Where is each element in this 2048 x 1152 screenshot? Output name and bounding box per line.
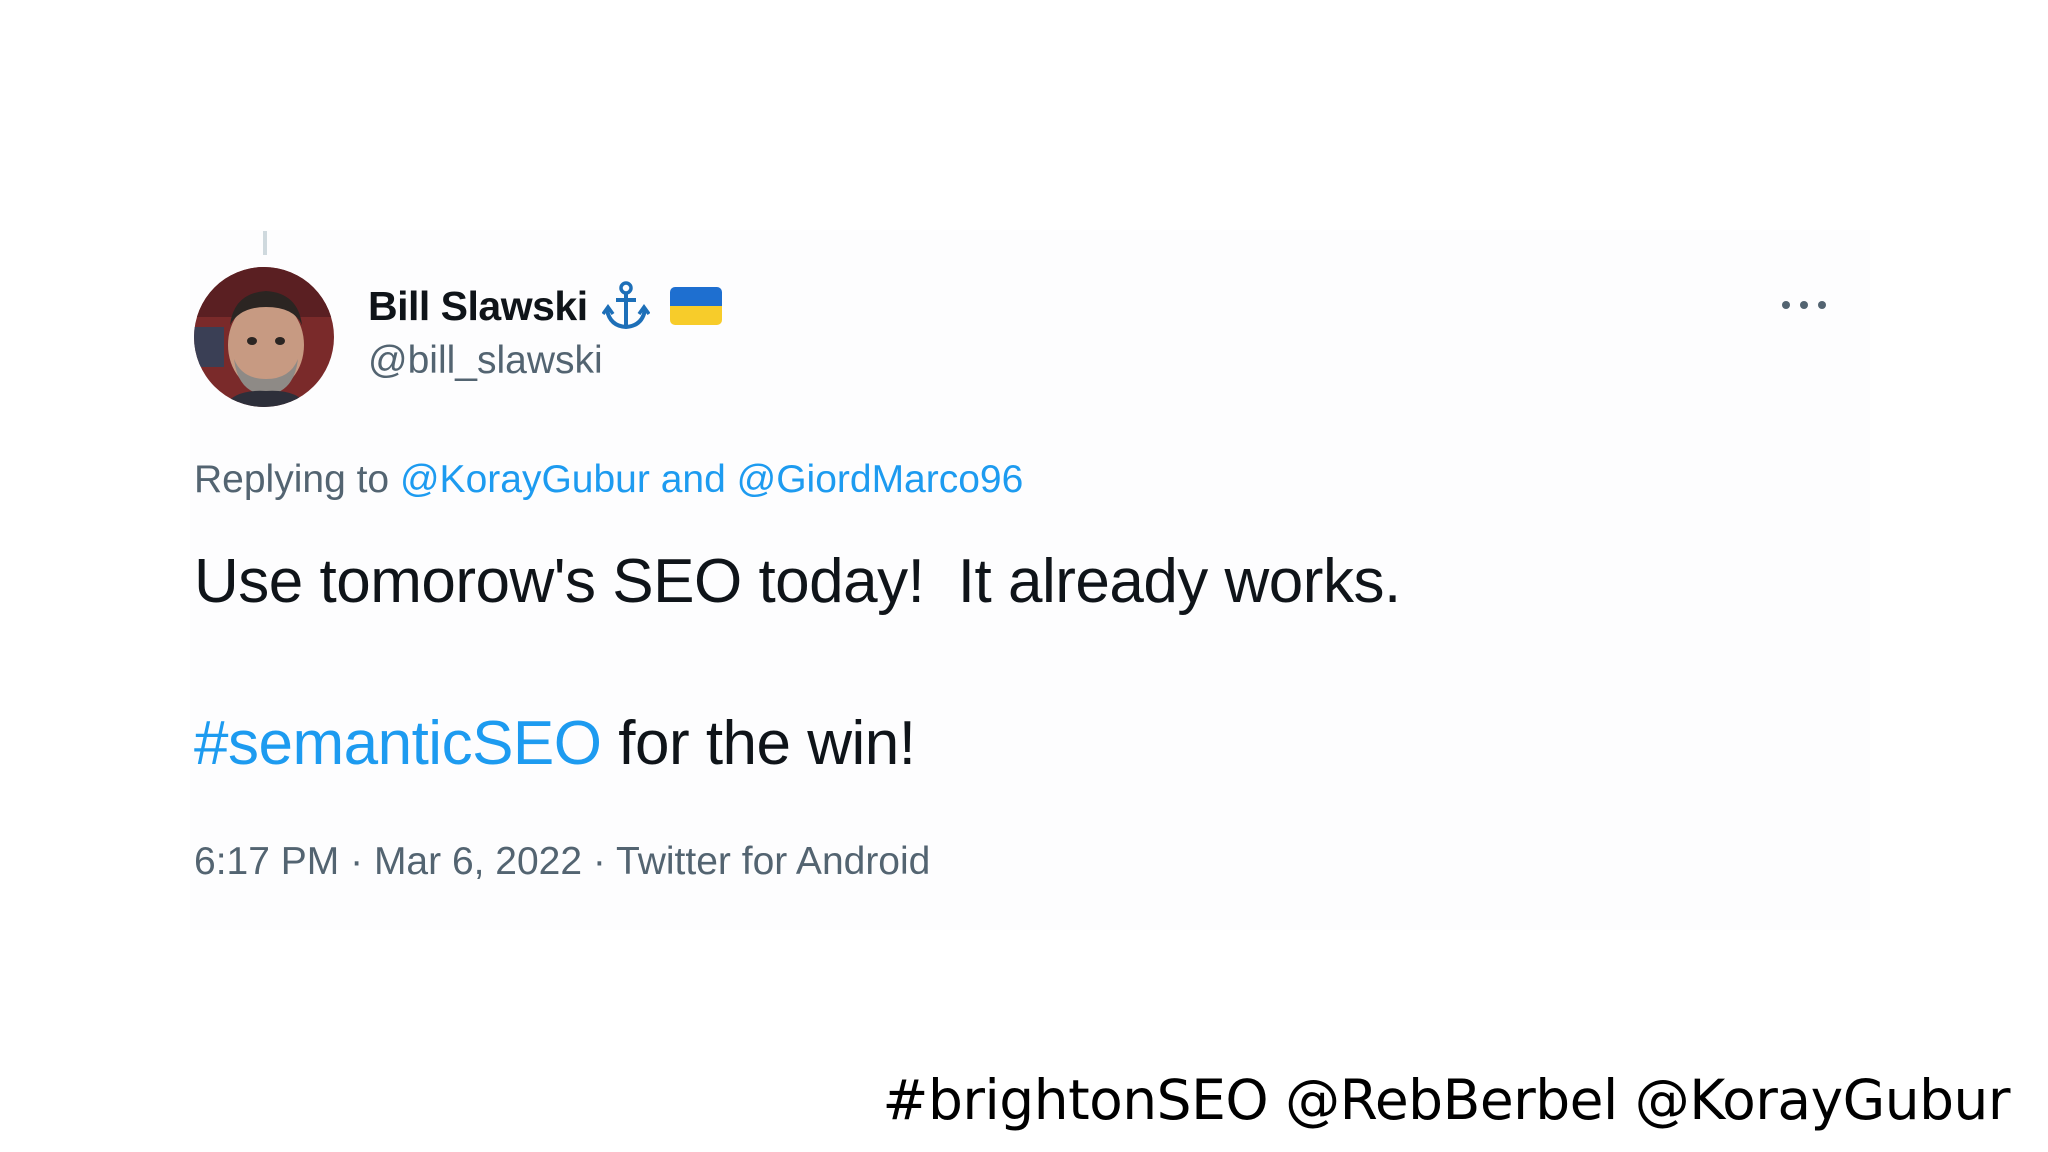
author-display-name[interactable]: Bill Slawski: [368, 283, 588, 330]
tweet-time[interactable]: 6:17 PM: [194, 840, 339, 883]
tweet-text-rest: for the win!: [601, 709, 916, 778]
thread-connector-line: [263, 231, 267, 255]
replying-to-prefix: Replying to: [194, 458, 390, 501]
meta-separator-1: ·: [350, 840, 364, 883]
author-handle[interactable]: @bill_slawski: [368, 339, 603, 383]
meta-separator-2: ·: [592, 840, 606, 883]
slide: Bill Slawski @bill_slawski Replying to @…: [0, 0, 2048, 1152]
ukraine-flag-icon: [669, 287, 722, 325]
more-horizontal-icon[interactable]: [1782, 296, 1826, 314]
tweet-text-line-2: #semanticSEO for the win!: [194, 708, 916, 779]
tweet-metadata: 6:17 PM · Mar 6, 2022 · Twitter for Andr…: [194, 840, 930, 884]
replying-to: Replying to @KorayGubur and @GiordMarco9…: [194, 458, 1023, 502]
tweet-date[interactable]: Mar 6, 2022: [374, 840, 582, 883]
slide-footer-tags: #brightonSEO @RebBerbel @KorayGubur: [882, 1068, 2010, 1132]
author-row: Bill Slawski: [368, 278, 722, 334]
tweet-source[interactable]: Twitter for Android: [616, 840, 930, 883]
mention-link-1[interactable]: @KorayGubur: [400, 458, 650, 501]
mention-link-2[interactable]: @GiordMarco96: [737, 458, 1024, 501]
avatar-image: [194, 267, 334, 407]
anchor-icon: [601, 280, 651, 332]
replying-conjunction: and: [660, 458, 726, 501]
avatar[interactable]: [194, 267, 334, 407]
tweet-text-line-1: Use tomorow's SEO today! It already work…: [194, 547, 1401, 616]
hashtag-link[interactable]: #semanticSEO: [194, 709, 602, 778]
